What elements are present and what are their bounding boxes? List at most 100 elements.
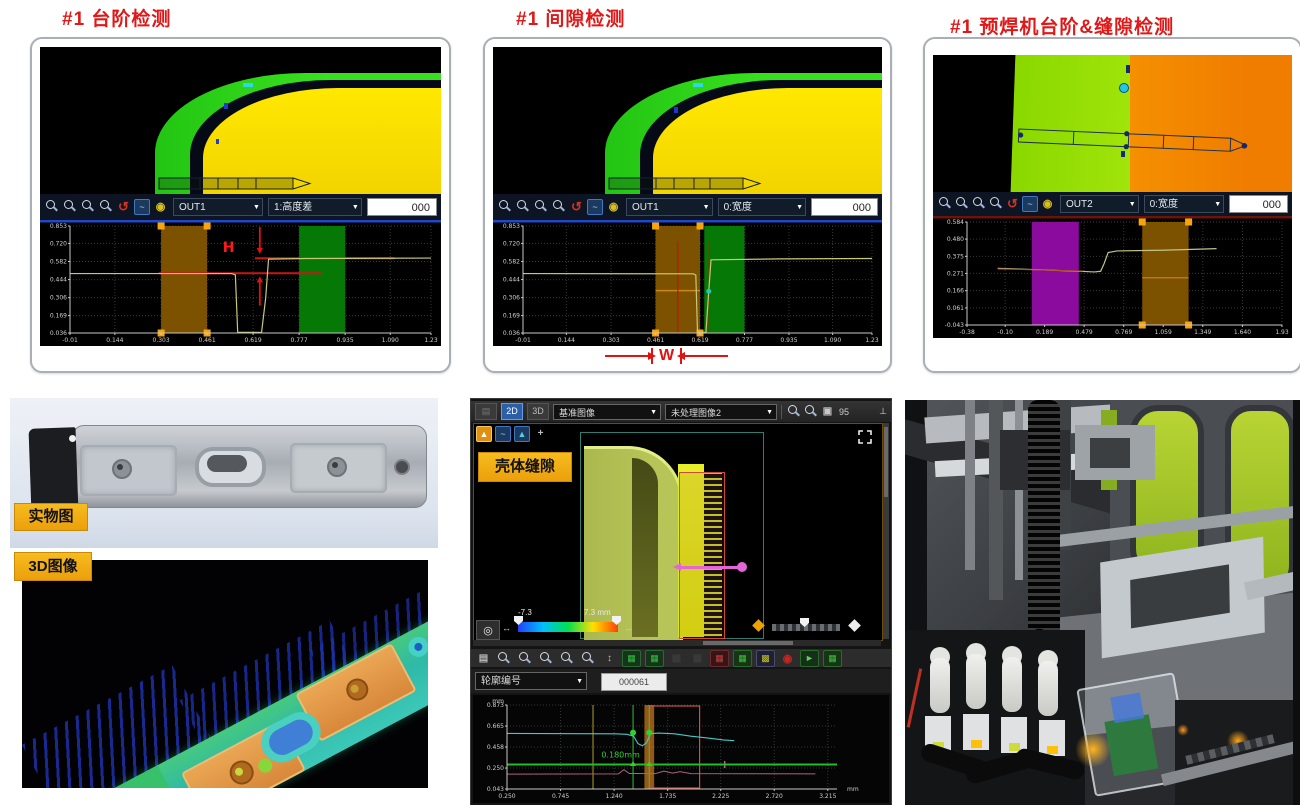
height-colorbar[interactable] (518, 622, 618, 632)
measurement-roi-arrow[interactable] (608, 173, 778, 194)
tool-icon[interactable]: ⊥ (879, 406, 887, 417)
scrollbar-thumb[interactable] (884, 427, 888, 497)
view-3d-button[interactable]: 3D (527, 403, 549, 420)
output-select[interactable]: OUT1▼ (626, 198, 713, 216)
measure-mode-select[interactable]: 0:宽度▼ (718, 198, 806, 216)
svg-text:0.144: 0.144 (558, 337, 575, 344)
output-select[interactable]: OUT1▼ (173, 198, 263, 216)
preweld-detection-panel: ↺~◉ OUT2▼ 0:宽度▼ 000 0.5840.4800.3750.271… (923, 37, 1300, 373)
profile-chart-icon[interactable]: ~ (134, 199, 150, 215)
zoom-region-icon[interactable] (533, 199, 548, 214)
vertical-scrollbar[interactable] (883, 423, 889, 639)
tool-disabled-1-icon[interactable]: ▦ (668, 651, 685, 666)
zoom-in-icon[interactable] (497, 199, 512, 214)
measure-area-icon[interactable]: ▦ (645, 650, 664, 667)
horizontal-scrollbar[interactable] (473, 640, 881, 646)
fit-screen-icon[interactable]: ▣ (820, 404, 835, 419)
svg-text:2.720: 2.720 (766, 793, 783, 800)
measure-settings-icon[interactable]: ◉ (1040, 196, 1055, 211)
measure-settings-icon[interactable]: ◉ (153, 199, 168, 214)
gap-profile-chart[interactable]: 0.8530.7200.5820.4440.3060.1690.036-0.01… (493, 220, 882, 346)
contour-number-field[interactable]: 000061 (601, 673, 667, 691)
svg-text:-0.01: -0.01 (515, 337, 531, 344)
zoom-out-icon[interactable] (954, 196, 969, 211)
range-left-icon[interactable]: ↔ (502, 623, 515, 636)
height-image-icon[interactable]: ▲ (476, 426, 492, 442)
tool-disabled-2-icon[interactable]: ▦ (689, 651, 706, 666)
grid-icon[interactable]: ▦ (622, 650, 641, 667)
zoom-fit-icon[interactable] (988, 196, 1003, 211)
base-image-select[interactable]: 基准图像▼ (553, 404, 661, 420)
reset-icon[interactable]: ↺ (569, 199, 584, 214)
gap-camera-image (493, 47, 882, 194)
zoom-in-icon[interactable] (44, 199, 59, 214)
preweld-profile-chart[interactable]: 0.5840.4800.3750.2710.1660.061-0.043-0.3… (933, 216, 1292, 338)
position-icon[interactable]: + (533, 426, 548, 441)
step-profile-chart[interactable]: H0.8530.7200.5820.4440.3060.1690.036-0.0… (40, 220, 441, 346)
surface-view-icon[interactable]: ▲ (514, 426, 530, 442)
zoom-in-icon[interactable] (786, 404, 801, 419)
roi-mixed-icon[interactable]: ▩ (756, 650, 775, 667)
profile-chart-icon[interactable]: ~ (1022, 196, 1038, 212)
zoom-fit-icon[interactable] (580, 651, 597, 666)
zoom-in-icon[interactable] (937, 196, 952, 211)
profile-view-icon[interactable]: ~ (495, 426, 511, 442)
zoom-out-icon[interactable] (517, 651, 534, 666)
svg-text:0.582: 0.582 (50, 258, 67, 265)
fullscreen-icon[interactable] (858, 430, 872, 444)
capture-icon[interactable]: ▦ (823, 650, 842, 667)
end-marker-diamond[interactable] (848, 619, 861, 632)
layout-icon[interactable]: ▤ (475, 651, 492, 666)
measure-settings-icon[interactable]: ◉ (606, 199, 621, 214)
zoom-fit-icon[interactable] (98, 199, 113, 214)
svg-text:0.250: 0.250 (498, 793, 515, 800)
svg-text:1.23: 1.23 (865, 337, 879, 344)
zoom-region-icon[interactable] (971, 196, 986, 211)
view-1d-button[interactable]: ▤ (475, 403, 497, 420)
corrugated-cable (1028, 400, 1060, 645)
zoom-out-icon[interactable] (515, 199, 530, 214)
roi-green-icon[interactable]: ▦ (733, 650, 752, 667)
view-2d-button[interactable]: 2D (501, 403, 523, 420)
export-icon[interactable]: ► (800, 650, 819, 667)
target-icon[interactable]: ◎ (476, 620, 500, 640)
threshold-value-field[interactable]: 000 (811, 198, 878, 216)
scrollbar-thumb[interactable] (703, 641, 793, 645)
width-annotation: W (605, 347, 728, 365)
reset-icon[interactable]: ↺ (1005, 196, 1020, 211)
range-right-icon[interactable]: ↔ (624, 623, 637, 636)
measure-mode-select[interactable]: 1:高度差▼ (268, 198, 362, 216)
photo-shape (1293, 400, 1300, 805)
contour-number-select[interactable]: 轮廓编号▼ (475, 672, 587, 690)
output-select[interactable]: OUT2▼ (1060, 195, 1139, 213)
profile-chart-icon[interactable]: ~ (587, 199, 603, 215)
pan-icon[interactable]: ↕ (601, 651, 618, 666)
zoom-in-icon[interactable] (496, 651, 513, 666)
sticker (971, 740, 982, 748)
zoom-fit-icon[interactable] (551, 199, 566, 214)
measurement-roi-arrow[interactable] (158, 173, 328, 194)
threshold-value-field[interactable]: 000 (1229, 195, 1288, 213)
threshold-value-field[interactable]: 000 (367, 198, 437, 216)
blue-speck (674, 107, 678, 113)
measurement-roi-arrow[interactable] (1013, 121, 1263, 155)
zoom-out-icon[interactable] (803, 404, 818, 419)
zoom-region-icon[interactable] (538, 651, 555, 666)
reset-icon[interactable]: ↺ (116, 199, 131, 214)
sticker (1047, 746, 1058, 754)
threed-image-panel (22, 560, 428, 788)
processed-image-select[interactable]: 未处理图像2▼ (665, 404, 777, 420)
measure-mode-select[interactable]: 0:宽度▼ (1144, 195, 1225, 213)
measure-mode-value: 0:宽度 (1150, 199, 1178, 210)
cyan-marker-dot (1119, 83, 1129, 93)
zoom-out-icon[interactable] (62, 199, 77, 214)
record-icon[interactable]: ◉ (779, 651, 796, 666)
actuator-block (1039, 720, 1065, 756)
zoom-region-icon[interactable] (80, 199, 95, 214)
shell-gap-profile-chart[interactable]: 0.180mm0.8730.6650.4580.2500.0430.2500.7… (473, 695, 889, 803)
svg-text:1.090: 1.090 (382, 337, 399, 344)
zoom-prev-icon[interactable] (559, 651, 576, 666)
photo-shape (965, 400, 975, 570)
actuator (966, 654, 986, 709)
roi-red-icon[interactable]: ▦ (710, 650, 729, 667)
